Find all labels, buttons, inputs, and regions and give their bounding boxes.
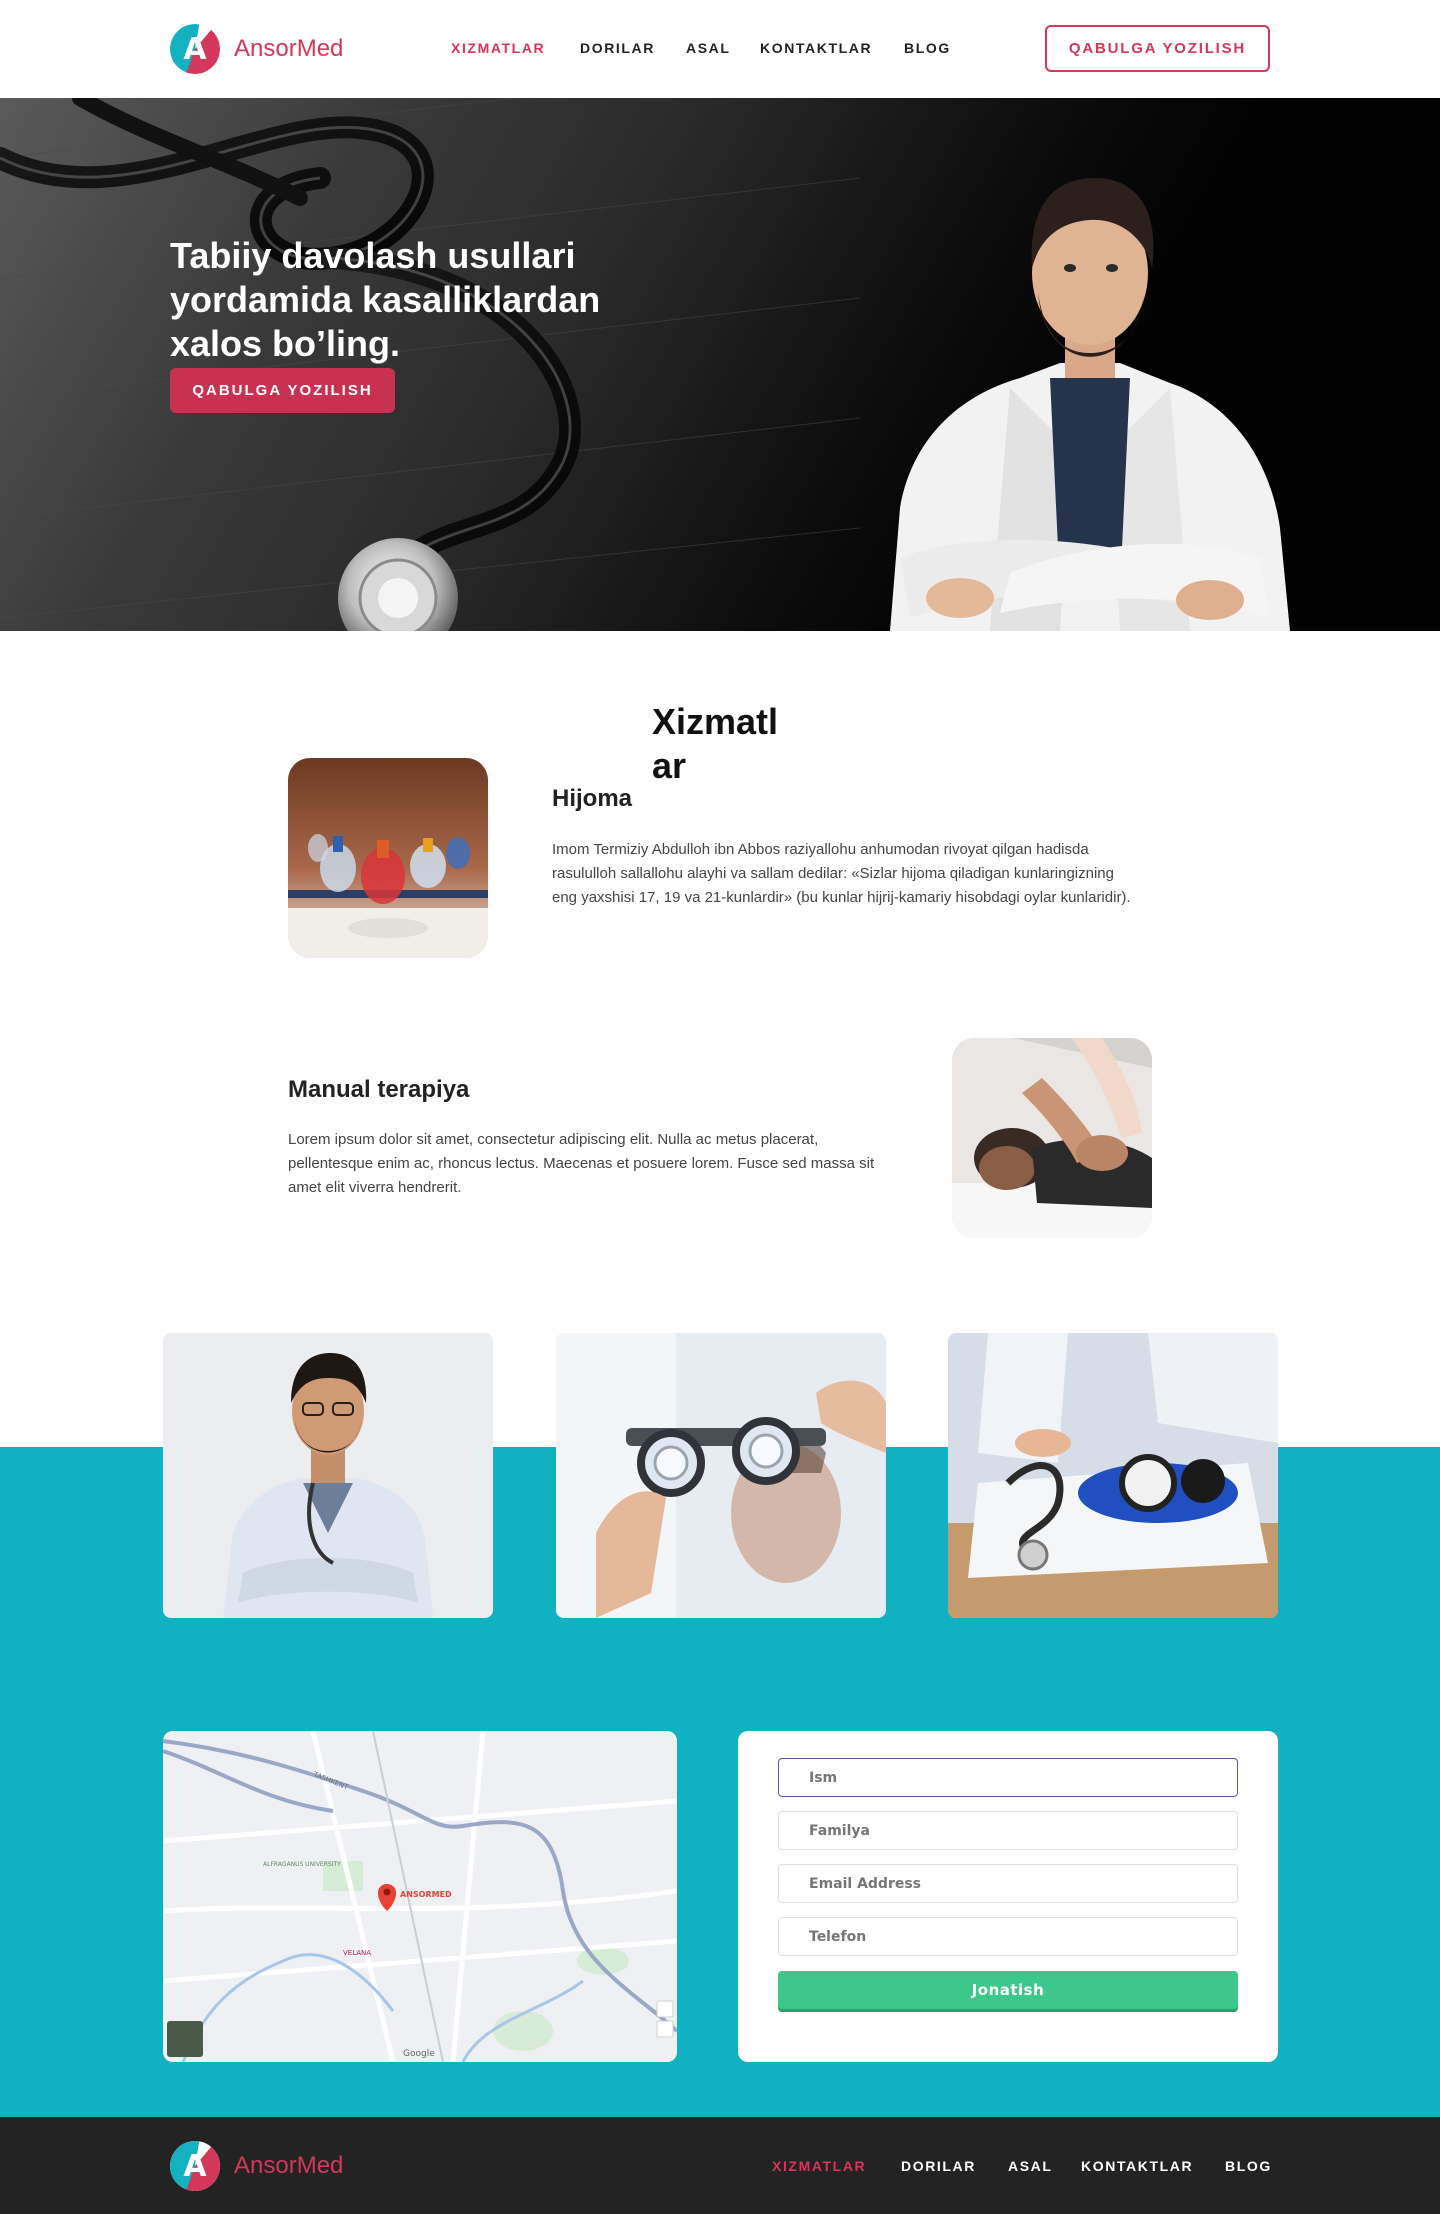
hero-appointment-button[interactable]: QABULGA YOZILISH [170,368,395,413]
footer-brand-logo[interactable]: A AnsorMed [170,2141,343,2191]
footer-nav-blog[interactable]: BLOG [1225,2158,1272,2174]
optometry-gallery-image [556,1333,886,1618]
nav-item-blog[interactable]: BLOG [904,40,951,56]
brand-name: AnsorMed [234,35,344,62]
appointment-button[interactable]: QABULGA YOZILISH [1045,25,1270,72]
site-header: A AnsorMed XIZMATLAR DORILAR ASAL KONTAK… [0,0,1440,98]
hijoma-image [288,758,488,958]
map-label-university: ALFRAGANUS UNIVERSITY [263,1861,341,1868]
first-name-field[interactable] [778,1758,1238,1797]
brand-logo[interactable]: A AnsorMed [170,24,343,74]
nav-item-xizmatlar[interactable]: XIZMATLAR [451,40,545,56]
service-name-manual-terapiya: Manual terapiya [288,1076,470,1103]
nav-item-asal[interactable]: ASAL [686,40,731,56]
footer-logo-mark-icon: A [170,2141,220,2191]
footer-brand-name: AnsorMed [234,2152,344,2179]
hero-banner: Tabiiy davolash usullari yordamida kasal… [0,98,1440,631]
footer-nav-dorilar[interactable]: DORILAR [901,2158,976,2174]
doctor-portrait-image [890,178,1290,631]
services-title: Xizmatlar [652,701,779,786]
map-label-google: Google [403,2049,435,2059]
appointment-form: Jonatish [738,1731,1278,2062]
phone-field[interactable] [778,1917,1238,1956]
footer-nav-xizmatlar[interactable]: XIZMATLAR [772,2158,866,2174]
submit-button[interactable]: Jonatish [778,1971,1238,2009]
doctor-gallery-image [163,1333,493,1618]
hero-title: Tabiiy davolash usullari yordamida kasal… [170,235,601,364]
manual-therapy-image [952,1038,1152,1238]
logo-mark-icon: A [170,24,220,74]
last-name-field[interactable] [778,1811,1238,1850]
service-desc-manual-terapiya: Lorem ipsum dolor sit amet, consectetur … [288,1131,875,1196]
site-footer: A AnsorMed XIZMATLAR DORILAR ASAL KONTAK… [0,2117,1440,2214]
nav-item-kontaktlar[interactable]: KONTAKTLAR [760,40,872,56]
email-field[interactable] [778,1864,1238,1903]
footer-nav-kontaktlar[interactable]: KONTAKTLAR [1081,2158,1193,2174]
map-label-velana: VELANA [343,1949,371,1957]
location-map[interactable]: ANSORMED TASHKENT VELANA ALFRAGANUS UNIV… [163,1731,677,2062]
service-desc-hijoma: Imom Termiziy Abdulloh ibn Abbos raziyal… [552,841,1131,906]
footer-nav-asal[interactable]: ASAL [1008,2158,1053,2174]
map-label-ansormed: ANSORMED [400,1890,452,1899]
blood-pressure-gallery-image [948,1333,1278,1618]
service-name-hijoma: Hijoma [552,785,633,812]
nav-item-dorilar[interactable]: DORILAR [580,40,655,56]
